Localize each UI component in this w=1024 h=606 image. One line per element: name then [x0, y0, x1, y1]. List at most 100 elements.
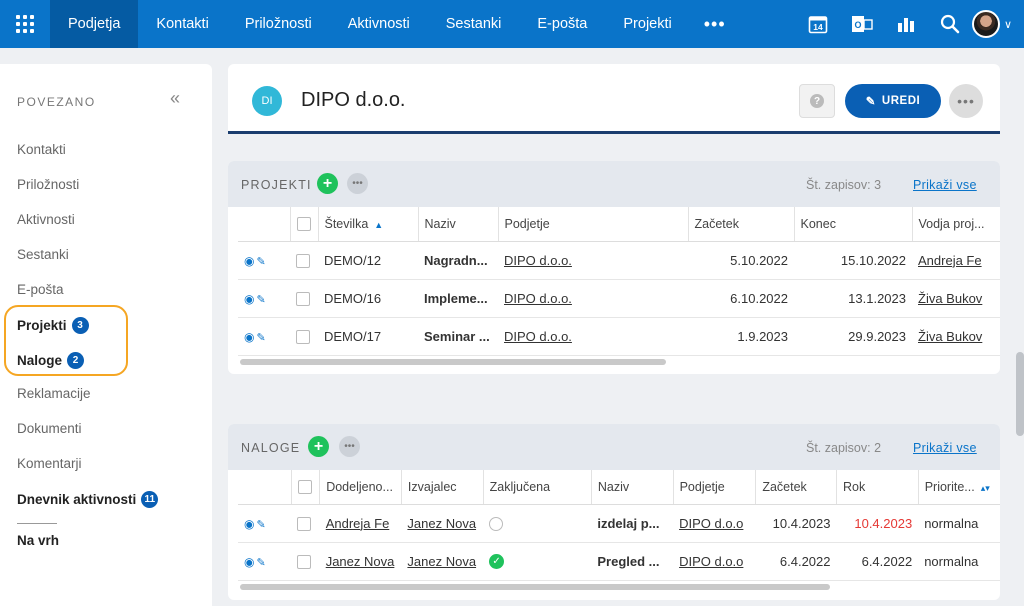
executor-link[interactable]: Janez Nova: [407, 516, 476, 531]
column-header[interactable]: Podjetje: [672, 470, 756, 505]
nav-priloznosti[interactable]: Priložnosti: [227, 0, 330, 48]
nav-sestanki[interactable]: Sestanki: [428, 0, 520, 48]
row-checkbox[interactable]: [297, 516, 312, 531]
table-row[interactable]: ◉ ✎ DEMO/16 Impleme... DIPO d.o.o. 6.10.2…: [238, 279, 1000, 318]
cell-name: Pregled ...: [591, 542, 674, 581]
panel-more-button[interactable]: •••: [347, 173, 368, 194]
column-header[interactable]: Naziv: [417, 207, 498, 242]
horizontal-scrollbar[interactable]: [240, 359, 666, 365]
select-all-checkbox[interactable]: [290, 470, 320, 505]
view-icon[interactable]: ◉: [244, 330, 254, 344]
nav-podjetja[interactable]: Podjetja: [50, 0, 139, 48]
column-header[interactable]: Konec: [793, 207, 912, 242]
calendar-icon[interactable]: 14: [796, 0, 840, 48]
sidebar-item-na-vrh[interactable]: Na vrh: [17, 533, 59, 548]
nav-kontakti[interactable]: Kontakti: [138, 0, 226, 48]
company-link[interactable]: DIPO d.o.o.: [504, 329, 572, 344]
horizontal-scrollbar[interactable]: [240, 584, 830, 590]
sidebar-item-dnevnik[interactable]: Dnevnik aktivnosti 11: [17, 491, 159, 508]
column-header[interactable]: Zaključena: [482, 470, 592, 505]
cell-name: izdelaj p...: [591, 504, 674, 543]
assigned-link[interactable]: Andreja Fe: [326, 516, 390, 531]
panel-more-button[interactable]: •••: [339, 436, 360, 457]
sidebar-item-kontakti[interactable]: Kontakti: [17, 142, 66, 157]
table-row[interactable]: ◉ ✎ Andreja Fe Janez Nova izdelaj p... DI…: [238, 504, 1000, 543]
nav-more-icon[interactable]: •••: [690, 14, 740, 35]
record-count: Št. zapisov: 3: [806, 178, 882, 192]
sidebar-item-sestanki[interactable]: Sestanki: [17, 247, 69, 262]
sidebar-item-komentarji[interactable]: Komentarji: [17, 456, 82, 471]
select-all-checkbox[interactable]: [289, 207, 318, 242]
help-button[interactable]: ?: [799, 84, 835, 118]
view-icon[interactable]: ◉: [244, 254, 254, 268]
lead-link[interactable]: Andreja Fe: [918, 253, 982, 268]
cell-name: Impleme...: [418, 279, 498, 318]
tasks-table: Dodeljeno... Izvajalec Zaključena Naziv …: [238, 470, 1000, 581]
assigned-link[interactable]: Janez Nova: [326, 554, 395, 569]
nav-eposta[interactable]: E-pošta: [519, 0, 605, 48]
view-icon[interactable]: ◉: [244, 517, 254, 531]
chart-icon[interactable]: [884, 0, 928, 48]
column-header[interactable]: Podjetje: [497, 207, 688, 242]
cell-number: DEMO/12: [318, 241, 418, 280]
edit-icon[interactable]: ✎: [256, 518, 265, 531]
status-done-icon[interactable]: ✓: [489, 554, 505, 570]
sidebar-item-reklamacije[interactable]: Reklamacije: [17, 386, 91, 401]
company-link[interactable]: DIPO d.o.o: [679, 554, 743, 569]
add-project-button[interactable]: +: [317, 173, 338, 194]
sidebar-item-aktivnosti[interactable]: Aktivnosti: [17, 212, 75, 227]
sidebar-item-dokumenti[interactable]: Dokumenti: [17, 421, 82, 436]
company-link[interactable]: DIPO d.o.o.: [504, 253, 572, 268]
executor-link[interactable]: Janez Nova: [407, 554, 476, 569]
row-checkbox[interactable]: [297, 554, 312, 569]
column-header[interactable]: Priorite... ▴▾: [917, 470, 1000, 505]
status-open-icon[interactable]: [489, 516, 504, 531]
page-scrollbar[interactable]: [1016, 352, 1024, 436]
cell-name: Nagradn...: [418, 241, 498, 280]
sidebar-item-priloznosti[interactable]: Priložnosti: [17, 177, 79, 192]
table-row[interactable]: ◉ ✎ Janez Nova Janez Nova ✓ Pregled ... D…: [238, 542, 1000, 581]
cell-end: 15.10.2022: [794, 241, 912, 280]
nav-aktivnosti[interactable]: Aktivnosti: [330, 0, 428, 48]
app-launcher-icon[interactable]: [0, 0, 50, 48]
show-all-link[interactable]: Prikaži vse: [913, 178, 977, 192]
view-icon[interactable]: ◉: [244, 292, 254, 306]
table-row[interactable]: ◉ ✎ DEMO/17 Seminar ... DIPO d.o.o. 1.9.2…: [238, 317, 1000, 356]
lead-link[interactable]: Živa Bukov: [918, 329, 982, 344]
column-header[interactable]: Začetek: [755, 470, 837, 505]
row-checkbox[interactable]: [296, 253, 310, 268]
search-icon[interactable]: [928, 0, 972, 48]
user-avatar[interactable]: [971, 10, 1000, 38]
show-all-link[interactable]: Prikaži vse: [913, 441, 977, 455]
edit-icon[interactable]: ✎: [256, 293, 265, 306]
add-task-button[interactable]: +: [308, 436, 329, 457]
sidebar-item-eposta[interactable]: E-pošta: [17, 282, 64, 297]
nav-projekti[interactable]: Projekti: [605, 0, 689, 48]
column-header[interactable]: Naziv: [590, 470, 674, 505]
table-row[interactable]: ◉ ✎ DEMO/12 Nagradn... DIPO d.o.o. 5.10.2…: [238, 241, 1000, 280]
column-header[interactable]: Izvajalec: [400, 470, 484, 505]
row-checkbox[interactable]: [296, 291, 310, 306]
outlook-icon[interactable]: O: [840, 0, 884, 48]
collapse-icon[interactable]: «: [170, 88, 180, 109]
row-checkbox[interactable]: [296, 329, 310, 344]
column-header[interactable]: Številka ▲: [317, 207, 418, 242]
svg-text:14: 14: [813, 22, 823, 32]
view-icon[interactable]: ◉: [244, 555, 254, 569]
column-header[interactable]: Začetek: [687, 207, 794, 242]
chevron-down-icon[interactable]: ∨: [1004, 18, 1012, 31]
cell-start: 5.10.2022: [688, 241, 794, 280]
lead-link[interactable]: Živa Bukov: [918, 291, 982, 306]
column-header[interactable]: Vodja proj...: [911, 207, 1000, 242]
cell-start: 10.4.2023: [755, 504, 837, 543]
company-link[interactable]: DIPO d.o.o.: [504, 291, 572, 306]
column-header[interactable]: Dodeljeno...: [319, 470, 402, 505]
edit-icon[interactable]: ✎: [256, 331, 265, 344]
column-header[interactable]: Rok: [836, 470, 919, 505]
more-actions-button[interactable]: •••: [949, 84, 983, 118]
edit-icon[interactable]: ✎: [256, 556, 265, 569]
edit-button[interactable]: ✎ UREDI: [845, 84, 941, 118]
cell-start: 6.10.2022: [688, 279, 794, 318]
edit-icon[interactable]: ✎: [256, 255, 265, 268]
company-link[interactable]: DIPO d.o.o: [679, 516, 743, 531]
